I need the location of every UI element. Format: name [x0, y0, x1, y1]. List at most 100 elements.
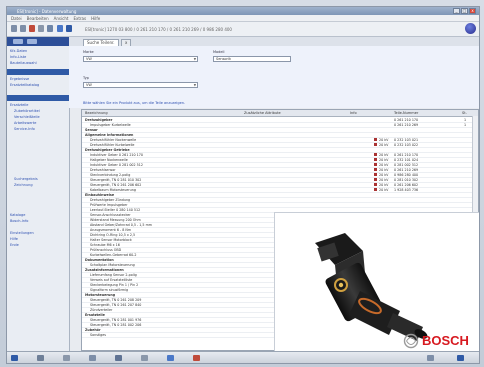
toolbar: ESI[tronic] 1270 03 800 / 0 261 210 170 …: [7, 22, 479, 37]
row-name: Prüfwerte Impulsgeber: [90, 202, 128, 207]
make-select[interactable]: VW ▼: [83, 56, 198, 62]
row-name: Lieferumfang Sensor 2-polig: [90, 272, 137, 277]
column-header[interactable]: St.: [462, 111, 467, 115]
back-icon[interactable]: [11, 25, 17, 32]
print-icon[interactable]: [38, 25, 44, 32]
monitor-icon[interactable]: [167, 355, 174, 361]
address-text: ESI[tronic] 1270 03 800 / 0 261 210 170 …: [85, 27, 232, 32]
tab-close[interactable]: x: [121, 39, 132, 46]
row-name: Steckerbelegung Pin 1 / Pin 2: [90, 282, 139, 287]
column-header[interactable]: Bezeichnung: [85, 111, 108, 115]
row-part-number: 0 986 280 400: [394, 172, 419, 177]
print-icon[interactable]: [63, 355, 70, 361]
help-icon[interactable]: [457, 355, 464, 361]
save-icon[interactable]: [57, 25, 63, 32]
row-info: 20 kV: [379, 162, 389, 167]
screenshot-frame: ESI[tronic] - Datenverwaltung _ □ x Date…: [0, 0, 484, 367]
sidebar-nav-icon[interactable]: [27, 39, 37, 44]
row-part-number: 0 261 210 269: [394, 122, 419, 127]
status-bar: [7, 351, 479, 363]
type-select-value: VW: [86, 83, 92, 87]
row-name: Einbauhinweise: [85, 192, 115, 197]
column-header[interactable]: Info: [350, 111, 357, 115]
row-name: Hallgeber Nockenwelle: [90, 157, 128, 162]
part-status-icon: [374, 163, 377, 166]
search-icon[interactable]: [47, 25, 53, 32]
row-name: Drehzahlgeber Getriebe: [85, 147, 130, 152]
sidebar-link[interactable]: Ergebnisse: [10, 77, 29, 81]
part-status-icon: [374, 178, 377, 181]
window-title: ESI[tronic] - Datenverwaltung: [17, 9, 77, 14]
part-status-icon: [374, 143, 377, 146]
mail-icon[interactable]: [89, 355, 96, 361]
sidebar-link[interactable]: Bosch-Info: [10, 219, 28, 223]
column-header[interactable]: Zusätzliche Attribute: [244, 111, 281, 115]
field-label: Typ: [83, 76, 89, 80]
row-info: 20 kV: [379, 157, 389, 162]
menu-view[interactable]: Ansicht: [54, 15, 69, 21]
tool-icon[interactable]: [141, 355, 148, 361]
row-quantity: 1: [464, 117, 467, 122]
part-status-icon: [374, 158, 377, 161]
row-part-number: 0 232 103 022: [394, 142, 419, 147]
sidebar-link[interactable]: Ersatzteile: [10, 103, 28, 107]
sidebar-link[interactable]: Ersatzteilkatalog: [10, 83, 39, 87]
row-info: 20 kV: [379, 142, 389, 147]
row-name: Ersatzteile: [85, 312, 105, 317]
row-info: 20 kV: [379, 152, 389, 157]
row-name: Drehzahlgeber Zündung: [90, 197, 131, 202]
globe-icon[interactable]: [465, 23, 476, 34]
sidebar-link[interactable]: Info-Liste: [10, 55, 26, 59]
sidebar-link[interactable]: Suchergebnis: [14, 177, 38, 181]
row-name: Drehzahlgeber: [85, 117, 113, 122]
sidebar-link[interactable]: Arbeitswerte: [14, 121, 36, 125]
field-label: Marke: [83, 50, 94, 54]
row-name: Schaltplan Motorsteuerung: [90, 262, 135, 267]
row-name: Drehzahlfühler Nockenwelle: [90, 137, 137, 142]
start-icon[interactable]: [11, 355, 18, 361]
sidebar-nav-icon[interactable]: [13, 39, 23, 44]
info-icon[interactable]: [66, 25, 72, 32]
menu-bar: Datei Bearbeiten Ansicht Extras Hilfe: [7, 15, 479, 22]
menu-help[interactable]: Hilfe: [91, 15, 100, 21]
chevron-down-icon: ▼: [193, 57, 196, 61]
model-input[interactable]: Sensorik: [213, 56, 291, 62]
row-name: Steuergerät, TN 0 261 208 209: [90, 297, 142, 302]
sidebar-link[interactable]: Zubehörartikel: [14, 109, 40, 113]
row-name: Kabelbaum Motorsteuerung: [90, 187, 136, 192]
sidebar: Kfz-Daten Info-Liste Bauteilauswahl Erge…: [7, 37, 70, 351]
sidebar-link[interactable]: Service-Info: [14, 127, 35, 131]
type-select[interactable]: VW ▼: [83, 82, 198, 88]
tab-part-search[interactable]: Suche Teilenr.: [83, 39, 119, 46]
row-name: Prüfanschluss OBD: [90, 247, 122, 252]
column-header[interactable]: Teile-Nummer: [394, 111, 418, 115]
minimize-button[interactable]: _: [453, 8, 460, 14]
sidebar-link[interactable]: Kfz-Daten: [10, 49, 27, 53]
menu-edit[interactable]: Bearbeiten: [27, 15, 49, 21]
sidebar-link[interactable]: Zeichnung: [14, 183, 33, 187]
forward-icon[interactable]: [20, 25, 26, 32]
menu-file[interactable]: Datei: [11, 15, 22, 21]
part-status-icon: [374, 138, 377, 141]
maximize-button[interactable]: □: [461, 8, 468, 14]
sidebar-link[interactable]: Ende: [10, 243, 19, 247]
grid-icon[interactable]: [427, 355, 434, 361]
sidebar-link[interactable]: Hilfe: [10, 237, 18, 241]
row-name: Widerstand Messung 200 Ohm: [90, 217, 141, 222]
sensor-image: BOSCH: [315, 233, 469, 349]
sidebar-link[interactable]: Kataloge: [10, 213, 25, 217]
menu-extras[interactable]: Extras: [73, 15, 86, 21]
camera-icon[interactable]: [115, 355, 122, 361]
product-photo: BOSCH: [274, 212, 479, 352]
close-button[interactable]: x: [469, 8, 476, 14]
sidebar-link[interactable]: Einstellungen: [10, 231, 34, 235]
lock-icon[interactable]: [37, 355, 44, 361]
brand-text: BOSCH: [422, 333, 469, 348]
sidebar-link[interactable]: Verschleißteile: [14, 115, 40, 119]
make-select-value: VW: [86, 57, 92, 61]
row-part-number: 1 928 403 736: [394, 187, 419, 192]
sidebar-link[interactable]: Bauteilauswahl: [10, 61, 37, 65]
exit-icon[interactable]: [193, 355, 200, 361]
row-part-number: 0 261 206 602: [394, 182, 419, 187]
home-icon[interactable]: [29, 25, 35, 32]
